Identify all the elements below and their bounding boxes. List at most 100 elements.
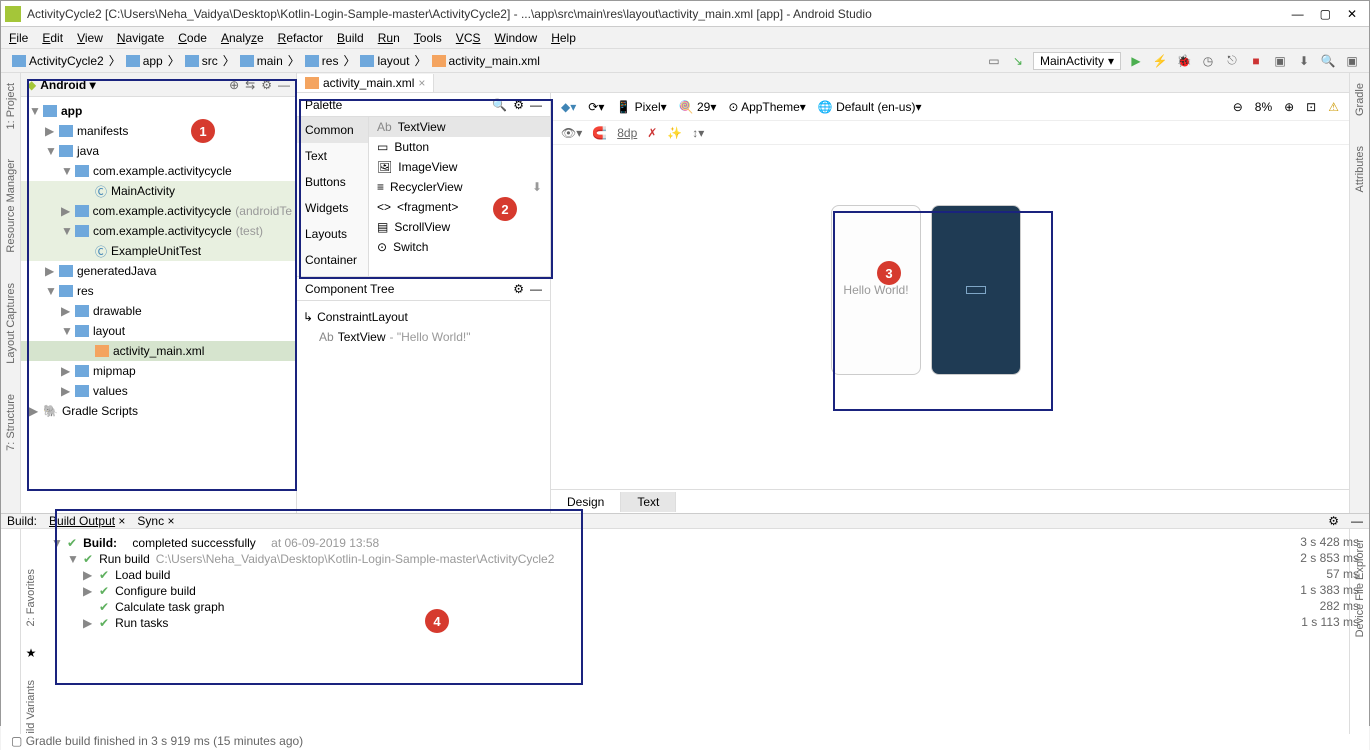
gear-icon[interactable]: ⚙ <box>513 98 524 112</box>
cat-common[interactable]: Common <box>297 117 368 143</box>
maximize-button[interactable]: ▢ <box>1320 7 1331 21</box>
palette-item[interactable]: <><fragment> <box>369 197 550 217</box>
tree-app[interactable]: ▼app <box>21 101 296 121</box>
clear-icon[interactable]: ✗ <box>647 126 657 140</box>
project-mode[interactable]: Android ▾ <box>40 78 229 92</box>
debug-button[interactable]: 🐞 <box>1175 52 1193 70</box>
palette-item[interactable]: AbTextView <box>369 117 550 137</box>
tree-pkg1[interactable]: ▼com.example.activitycycle <box>21 161 296 181</box>
margin-dropdown[interactable]: 8dp <box>617 126 637 140</box>
tree-values[interactable]: ▶values <box>21 381 296 401</box>
crumb[interactable]: layout <box>357 54 412 68</box>
fit-icon[interactable]: ⊡ <box>1306 100 1316 114</box>
crumb[interactable]: main <box>237 54 286 68</box>
gear-icon[interactable]: ⚙ <box>261 78 272 92</box>
cat-text[interactable]: Text <box>297 143 368 169</box>
tree-example-unit-test[interactable]: ⒸExampleUnitTest <box>21 241 296 261</box>
project-tree[interactable]: ▼app ▶manifests ▼java ▼com.example.activ… <box>21 97 296 425</box>
api-dropdown[interactable]: 🍭 29▾ <box>679 100 717 114</box>
menu-help[interactable]: Help <box>551 31 576 45</box>
menu-vcs[interactable]: VCS <box>456 31 481 45</box>
sync-icon[interactable]: ↘ <box>1009 52 1027 70</box>
menu-build[interactable]: Build <box>337 31 364 45</box>
build-run[interactable]: ▼✔Run build C:\Users\Neha_Vaidya\Desktop… <box>51 551 1339 567</box>
eye-icon[interactable]: 👁▾ <box>561 126 582 140</box>
tree-res[interactable]: ▼res <box>21 281 296 301</box>
star-icon[interactable]: ★ <box>26 646 37 660</box>
design-canvas[interactable]: Hello World! <box>551 145 1349 489</box>
build-tree[interactable]: ▼✔Build: completed successfully at 06-09… <box>41 529 1349 734</box>
menu-view[interactable]: View <box>77 31 103 45</box>
sdk-icon[interactable]: ⬇ <box>1295 52 1313 70</box>
device-blueprint[interactable] <box>931 205 1021 375</box>
locale-dropdown[interactable]: 🌐 Default (en-us)▾ <box>818 100 922 114</box>
zoom-in-icon[interactable]: ⊕ <box>1284 100 1294 114</box>
collapse-icon[interactable]: ⇆ <box>245 78 255 92</box>
crumb[interactable]: ActivityCycle2 <box>9 54 107 68</box>
tree-pkg2[interactable]: ▶com.example.activitycycle (androidTe <box>21 201 296 221</box>
tree-gradle-scripts[interactable]: ▶🐘Gradle Scripts <box>21 401 296 421</box>
target-icon[interactable]: ⊕ <box>229 78 239 92</box>
gear-icon[interactable]: ⚙ <box>1328 514 1339 528</box>
theme-dropdown[interactable]: ⊙ AppTheme▾ <box>728 100 805 114</box>
menu-edit[interactable]: Edit <box>42 31 63 45</box>
crumb[interactable]: res <box>302 54 342 68</box>
rail-layout-captures[interactable]: Layout Captures <box>5 283 17 364</box>
zoom-out-icon[interactable]: ⊖ <box>1233 100 1243 114</box>
warning-icon[interactable]: ⚠ <box>1328 100 1339 114</box>
view-mode-icon[interactable]: ◆▾ <box>561 100 576 114</box>
crumb[interactable]: src <box>182 54 221 68</box>
ct-root[interactable]: ↳ConstraintLayout <box>303 307 544 327</box>
tree-java[interactable]: ▼java <box>21 141 296 161</box>
infer-icon[interactable]: ✨ <box>667 126 682 140</box>
build-step[interactable]: ✔Calculate task graph <box>51 599 1339 615</box>
stop-button[interactable]: ■ <box>1247 52 1265 70</box>
build-step[interactable]: ▶✔Configure build <box>51 583 1339 599</box>
tree-main-activity[interactable]: ⒸMainActivity <box>21 181 296 201</box>
palette-item[interactable]: 🖼ImageView <box>369 157 550 177</box>
magnet-icon[interactable]: 🧲 <box>592 126 607 140</box>
rail-favorites[interactable]: 2: Favorites <box>25 569 37 626</box>
profile-icon[interactable]: ◷ <box>1199 52 1217 70</box>
gear-icon[interactable]: ⚙ <box>513 282 524 296</box>
menu-code[interactable]: Code <box>178 31 207 45</box>
cat-layouts[interactable]: Layouts <box>297 221 368 247</box>
tree-pkg3[interactable]: ▼com.example.activitycycle (test) <box>21 221 296 241</box>
tree-drawable[interactable]: ▶drawable <box>21 301 296 321</box>
device-dropdown[interactable]: 📱 Pixel▾ <box>616 100 666 114</box>
search-icon[interactable]: 🔍 <box>1319 52 1337 70</box>
search-icon[interactable]: 🔍 <box>492 98 507 112</box>
hide-icon[interactable]: — <box>1351 514 1363 528</box>
apply-changes-icon[interactable]: ⚡ <box>1151 52 1169 70</box>
run-config-dropdown[interactable]: MainActivity ▾ <box>1033 52 1121 70</box>
rail-resource-manager[interactable]: Resource Manager <box>5 159 17 253</box>
editor-tab[interactable]: activity_main.xml× <box>297 74 434 92</box>
close-tab-icon[interactable]: × <box>418 76 425 90</box>
build-tab-sync[interactable]: Sync × <box>137 514 174 528</box>
palette-item[interactable]: ▤ScrollView <box>369 217 550 237</box>
tree-generated-java[interactable]: ▶generatedJava <box>21 261 296 281</box>
crumb[interactable]: activity_main.xml <box>429 54 543 68</box>
component-tree[interactable]: ↳ConstraintLayout AbTextView- "Hello Wor… <box>297 301 550 353</box>
menu-file[interactable]: File <box>9 31 28 45</box>
hide-icon[interactable]: — <box>530 282 542 296</box>
hide-icon[interactable]: — <box>278 78 290 92</box>
palette-item[interactable]: ≡RecyclerView⬇ <box>369 177 550 197</box>
cat-container[interactable]: Container <box>297 247 368 273</box>
rail-project[interactable]: 1: Project <box>5 83 17 129</box>
tree-activity-main-xml[interactable]: activity_main.xml <box>21 341 296 361</box>
tab-text[interactable]: Text <box>621 492 676 512</box>
rail-gradle[interactable]: Gradle <box>1354 83 1366 116</box>
cat-buttons[interactable]: Buttons <box>297 169 368 195</box>
tree-layout[interactable]: ▼layout <box>21 321 296 341</box>
build-tab-output[interactable]: Build Output × <box>49 514 125 528</box>
minimize-button[interactable]: — <box>1292 7 1304 21</box>
menu-window[interactable]: Window <box>495 31 538 45</box>
download-icon[interactable]: ⬇ <box>532 180 542 194</box>
tree-mipmap[interactable]: ▶mipmap <box>21 361 296 381</box>
cat-widgets[interactable]: Widgets <box>297 195 368 221</box>
menu-navigate[interactable]: Navigate <box>117 31 164 45</box>
device-design[interactable]: Hello World! <box>831 205 921 375</box>
rail-build-variants[interactable]: ild Variants <box>25 680 37 734</box>
orientation-icon[interactable]: ⟳▾ <box>588 100 604 114</box>
